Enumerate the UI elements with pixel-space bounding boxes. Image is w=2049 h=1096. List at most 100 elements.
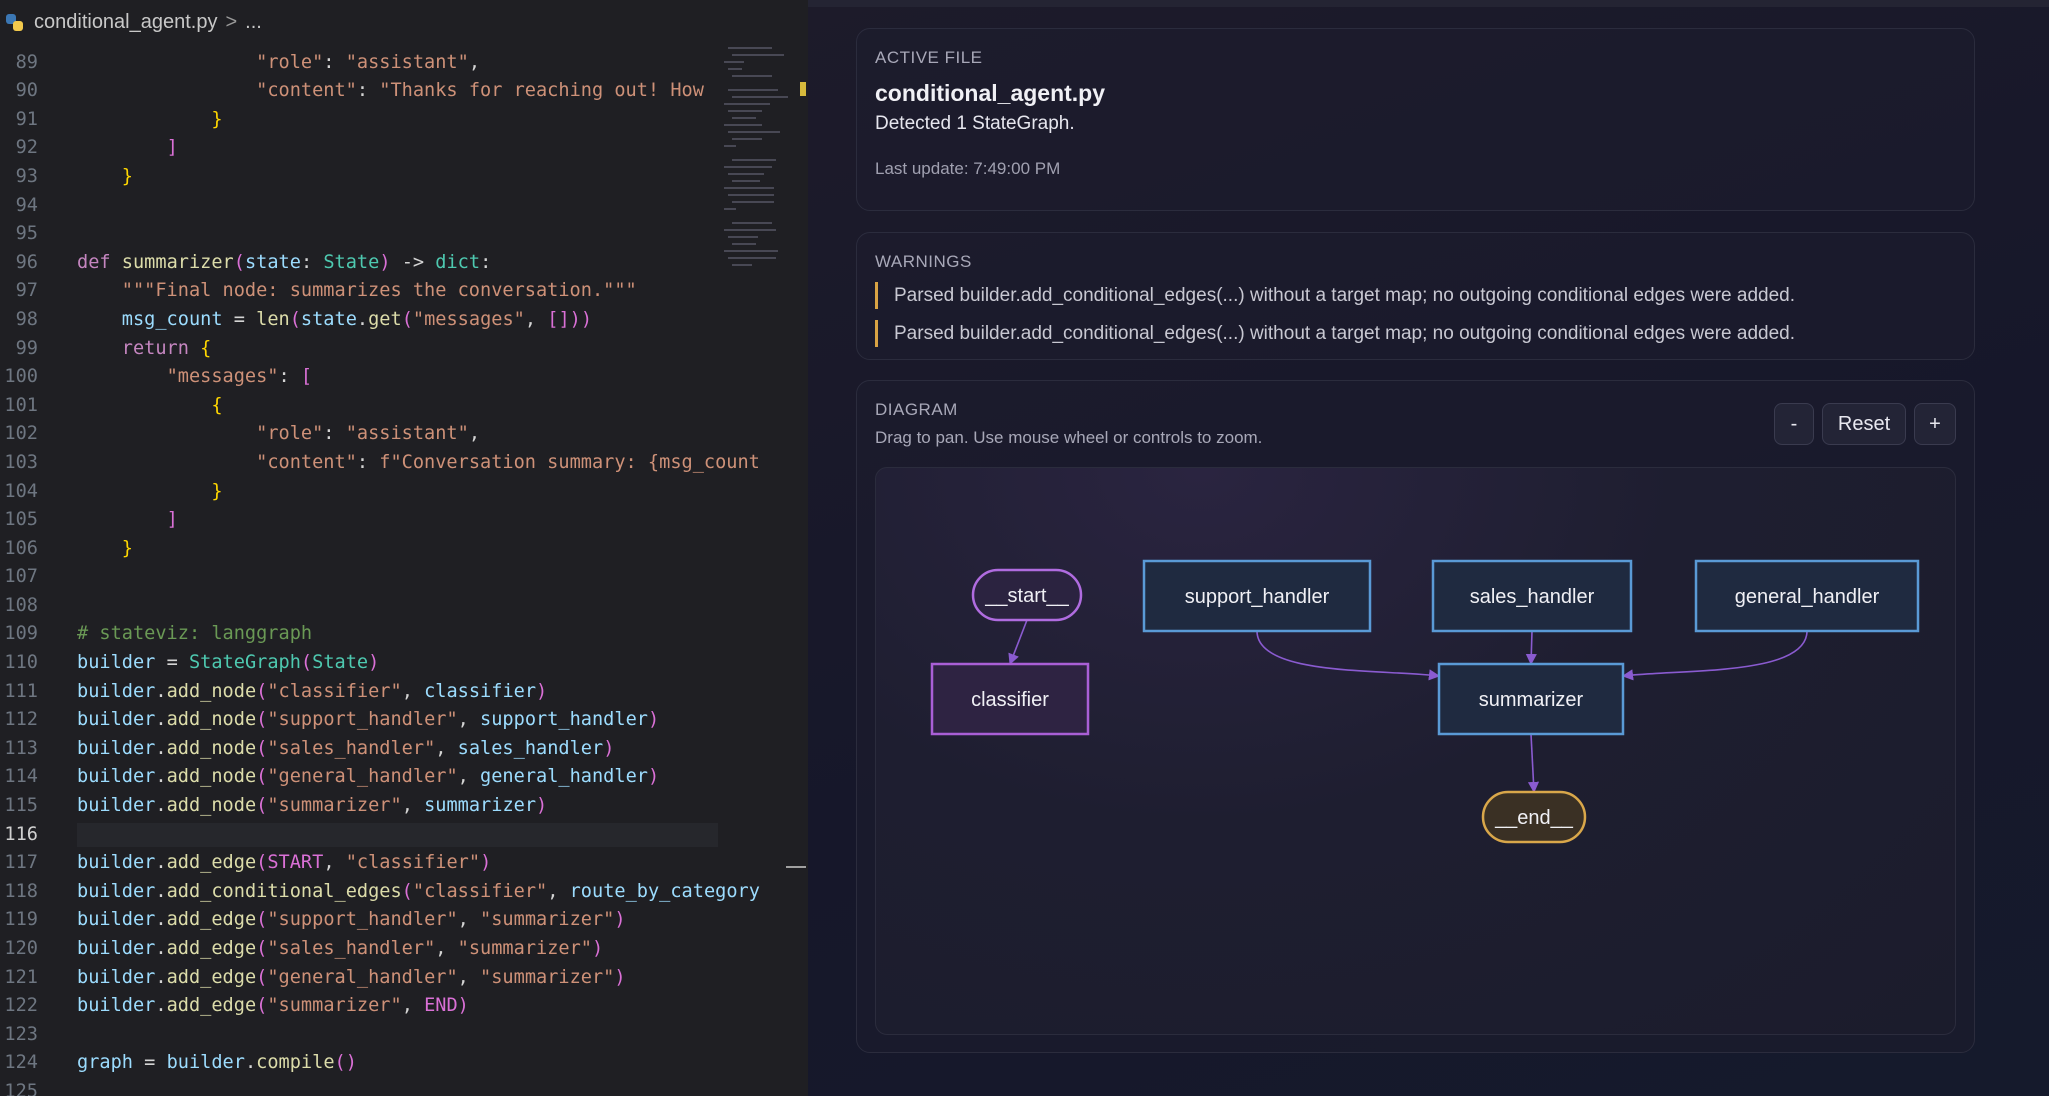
- line-number: 118: [4, 880, 38, 902]
- graph-node-label: __start__: [984, 585, 1069, 607]
- code-lines[interactable]: 88 {89 "role": "assistant",90 "content":…: [0, 20, 808, 1096]
- line-number: 92: [15, 137, 38, 159]
- line-text: builder.add_edge("support_handler", "sum…: [77, 909, 626, 931]
- minimap[interactable]: [724, 40, 788, 290]
- code-line[interactable]: 109 # stateviz: langgraph: [0, 620, 808, 649]
- line-number: 123: [4, 1023, 38, 1045]
- code-line[interactable]: 102 "role": "assistant",: [0, 420, 808, 449]
- minimap-line: [728, 236, 758, 238]
- code-line[interactable]: 95: [0, 220, 808, 249]
- minimap-line: [724, 124, 762, 126]
- line-number: 89: [15, 51, 38, 73]
- code-line[interactable]: 112 builder.add_node("support_handler", s…: [0, 706, 808, 735]
- minimap-line: [732, 243, 756, 245]
- code-line[interactable]: 117 builder.add_edge(START, "classifier"): [0, 849, 808, 878]
- active-file-card: ACTIVE FILE conditional_agent.py Detecte…: [856, 28, 1975, 211]
- code-line[interactable]: 107: [0, 563, 808, 592]
- code-line[interactable]: 118 builder.add_conditional_edges("classi…: [0, 878, 808, 907]
- line-text: def summarizer(state: State) -> dict:: [77, 251, 492, 273]
- code-line[interactable]: 105 ]: [0, 506, 808, 535]
- minimap-line: [732, 138, 762, 140]
- code-line[interactable]: 119 builder.add_edge("support_handler", "…: [0, 906, 808, 935]
- line-text: builder.add_edge("sales_handler", "summa…: [77, 938, 604, 959]
- code-line[interactable]: 91 }: [0, 106, 808, 135]
- reset-button[interactable]: Reset: [1822, 403, 1906, 445]
- graph-node-label: __end__: [1494, 807, 1574, 829]
- minimap-line: [732, 180, 760, 182]
- code-line[interactable]: 97 """Final node: summarizes the convers…: [0, 277, 808, 306]
- graph-node-classifier[interactable]: classifier: [930, 662, 1090, 736]
- code-line[interactable]: 103 "content": f"Conversation summary: {…: [0, 449, 808, 478]
- line-number: 97: [15, 280, 38, 302]
- zoom-out-button[interactable]: -: [1774, 403, 1814, 445]
- code-line[interactable]: 89 "role": "assistant",: [0, 49, 808, 78]
- graph-node-general[interactable]: general_handler: [1694, 559, 1920, 633]
- graph-node-summarizer[interactable]: summarizer: [1437, 662, 1625, 736]
- line-text: }: [121, 537, 133, 559]
- code-line[interactable]: 115 builder.add_node("summarizer", summar…: [0, 792, 808, 821]
- breadcrumb-more[interactable]: ...: [245, 11, 262, 34]
- line-text: return {: [121, 337, 212, 359]
- line-number: 106: [4, 537, 38, 559]
- line-text: }: [121, 165, 133, 187]
- warning-item: Parsed builder.add_conditional_edges(...…: [875, 282, 1956, 309]
- graph-node-start[interactable]: __start__: [971, 568, 1083, 622]
- code-line[interactable]: 124 graph = builder.compile(): [0, 1049, 808, 1078]
- minimap-line: [728, 131, 780, 133]
- code-line[interactable]: 110 builder = StateGraph(State): [0, 649, 808, 678]
- code-line[interactable]: 106 }: [0, 535, 808, 564]
- line-number: 112: [4, 709, 38, 731]
- graph-node-label: sales_handler: [1470, 586, 1595, 608]
- line-number: 102: [4, 423, 38, 445]
- code-line[interactable]: 108: [0, 592, 808, 621]
- code-line[interactable]: 96 def summarizer(state: State) -> dict:: [0, 249, 808, 278]
- code-line[interactable]: 116: [0, 821, 808, 850]
- graph-edge-summarizer-end: [1527, 733, 1540, 794]
- code-line[interactable]: 113 builder.add_node("sales_handler", sal…: [0, 735, 808, 764]
- graph-node-label: support_handler: [1185, 586, 1330, 608]
- line-number: 108: [4, 594, 38, 616]
- code-editor[interactable]: 88 {89 "role": "assistant",90 "content":…: [0, 0, 808, 1096]
- graph-node-label: general_handler: [1735, 586, 1880, 608]
- code-line[interactable]: 101 {: [0, 392, 808, 421]
- line-text: "messages": [: [166, 366, 313, 388]
- line-text: builder = StateGraph(State): [77, 652, 380, 674]
- graph-node-sales[interactable]: sales_handler: [1431, 559, 1633, 633]
- panel-top-bar: [808, 0, 2049, 7]
- code-line[interactable]: 111 builder.add_node("classifier", classi…: [0, 678, 808, 707]
- python-file-icon: [6, 13, 24, 32]
- code-line[interactable]: 120 builder.add_edge("sales_handler", "su…: [0, 935, 808, 964]
- line-text: }: [211, 480, 223, 502]
- line-number: 113: [4, 737, 38, 759]
- zoom-controls: - Reset +: [1774, 403, 1956, 445]
- line-text: msg_count = len(state.get("messages", []…: [121, 308, 593, 330]
- state-graph[interactable]: __start__ classifier support_handler sales_…: [876, 468, 1956, 1035]
- code-line[interactable]: 94: [0, 192, 808, 221]
- zoom-in-button[interactable]: +: [1914, 403, 1956, 445]
- graph-edge-support-summarizer: [1256, 630, 1441, 681]
- line-text: graph = builder.compile(): [77, 1052, 357, 1074]
- code-line[interactable]: 122 builder.add_edge("summarizer", END): [0, 992, 808, 1021]
- minimap-line: [724, 103, 770, 105]
- line-text: builder.add_edge("summarizer", END): [77, 995, 469, 1017]
- code-line[interactable]: 90 "content": "Thanks for reaching out! …: [0, 77, 808, 106]
- diagram-canvas[interactable]: __start__ classifier support_handler sales_…: [875, 467, 1956, 1035]
- code-line[interactable]: 123: [0, 1021, 808, 1050]
- breadcrumb-file[interactable]: conditional_agent.py: [34, 11, 217, 34]
- scrollbar-thumb[interactable]: [786, 866, 806, 868]
- code-line[interactable]: 93 }: [0, 163, 808, 192]
- code-line[interactable]: 92 ]: [0, 134, 808, 163]
- graph-node-support[interactable]: support_handler: [1142, 559, 1372, 633]
- graph-node-label: summarizer: [1479, 689, 1584, 711]
- graph-node-end[interactable]: __end__: [1481, 790, 1587, 844]
- line-number: 125: [4, 1080, 38, 1096]
- code-line[interactable]: 125: [0, 1078, 808, 1096]
- code-line[interactable]: 100 "messages": [: [0, 363, 808, 392]
- code-line[interactable]: 121 builder.add_edge("general_handler", "…: [0, 964, 808, 993]
- detected-graphs: Detected 1 StateGraph.: [875, 113, 1075, 134]
- code-line[interactable]: 114 builder.add_node("general_handler", g…: [0, 763, 808, 792]
- code-line[interactable]: 104 }: [0, 478, 808, 507]
- code-line[interactable]: 99 return {: [0, 335, 808, 364]
- active-file-label: ACTIVE FILE: [875, 48, 983, 67]
- code-line[interactable]: 98 msg_count = len(state.get("messages",…: [0, 306, 808, 335]
